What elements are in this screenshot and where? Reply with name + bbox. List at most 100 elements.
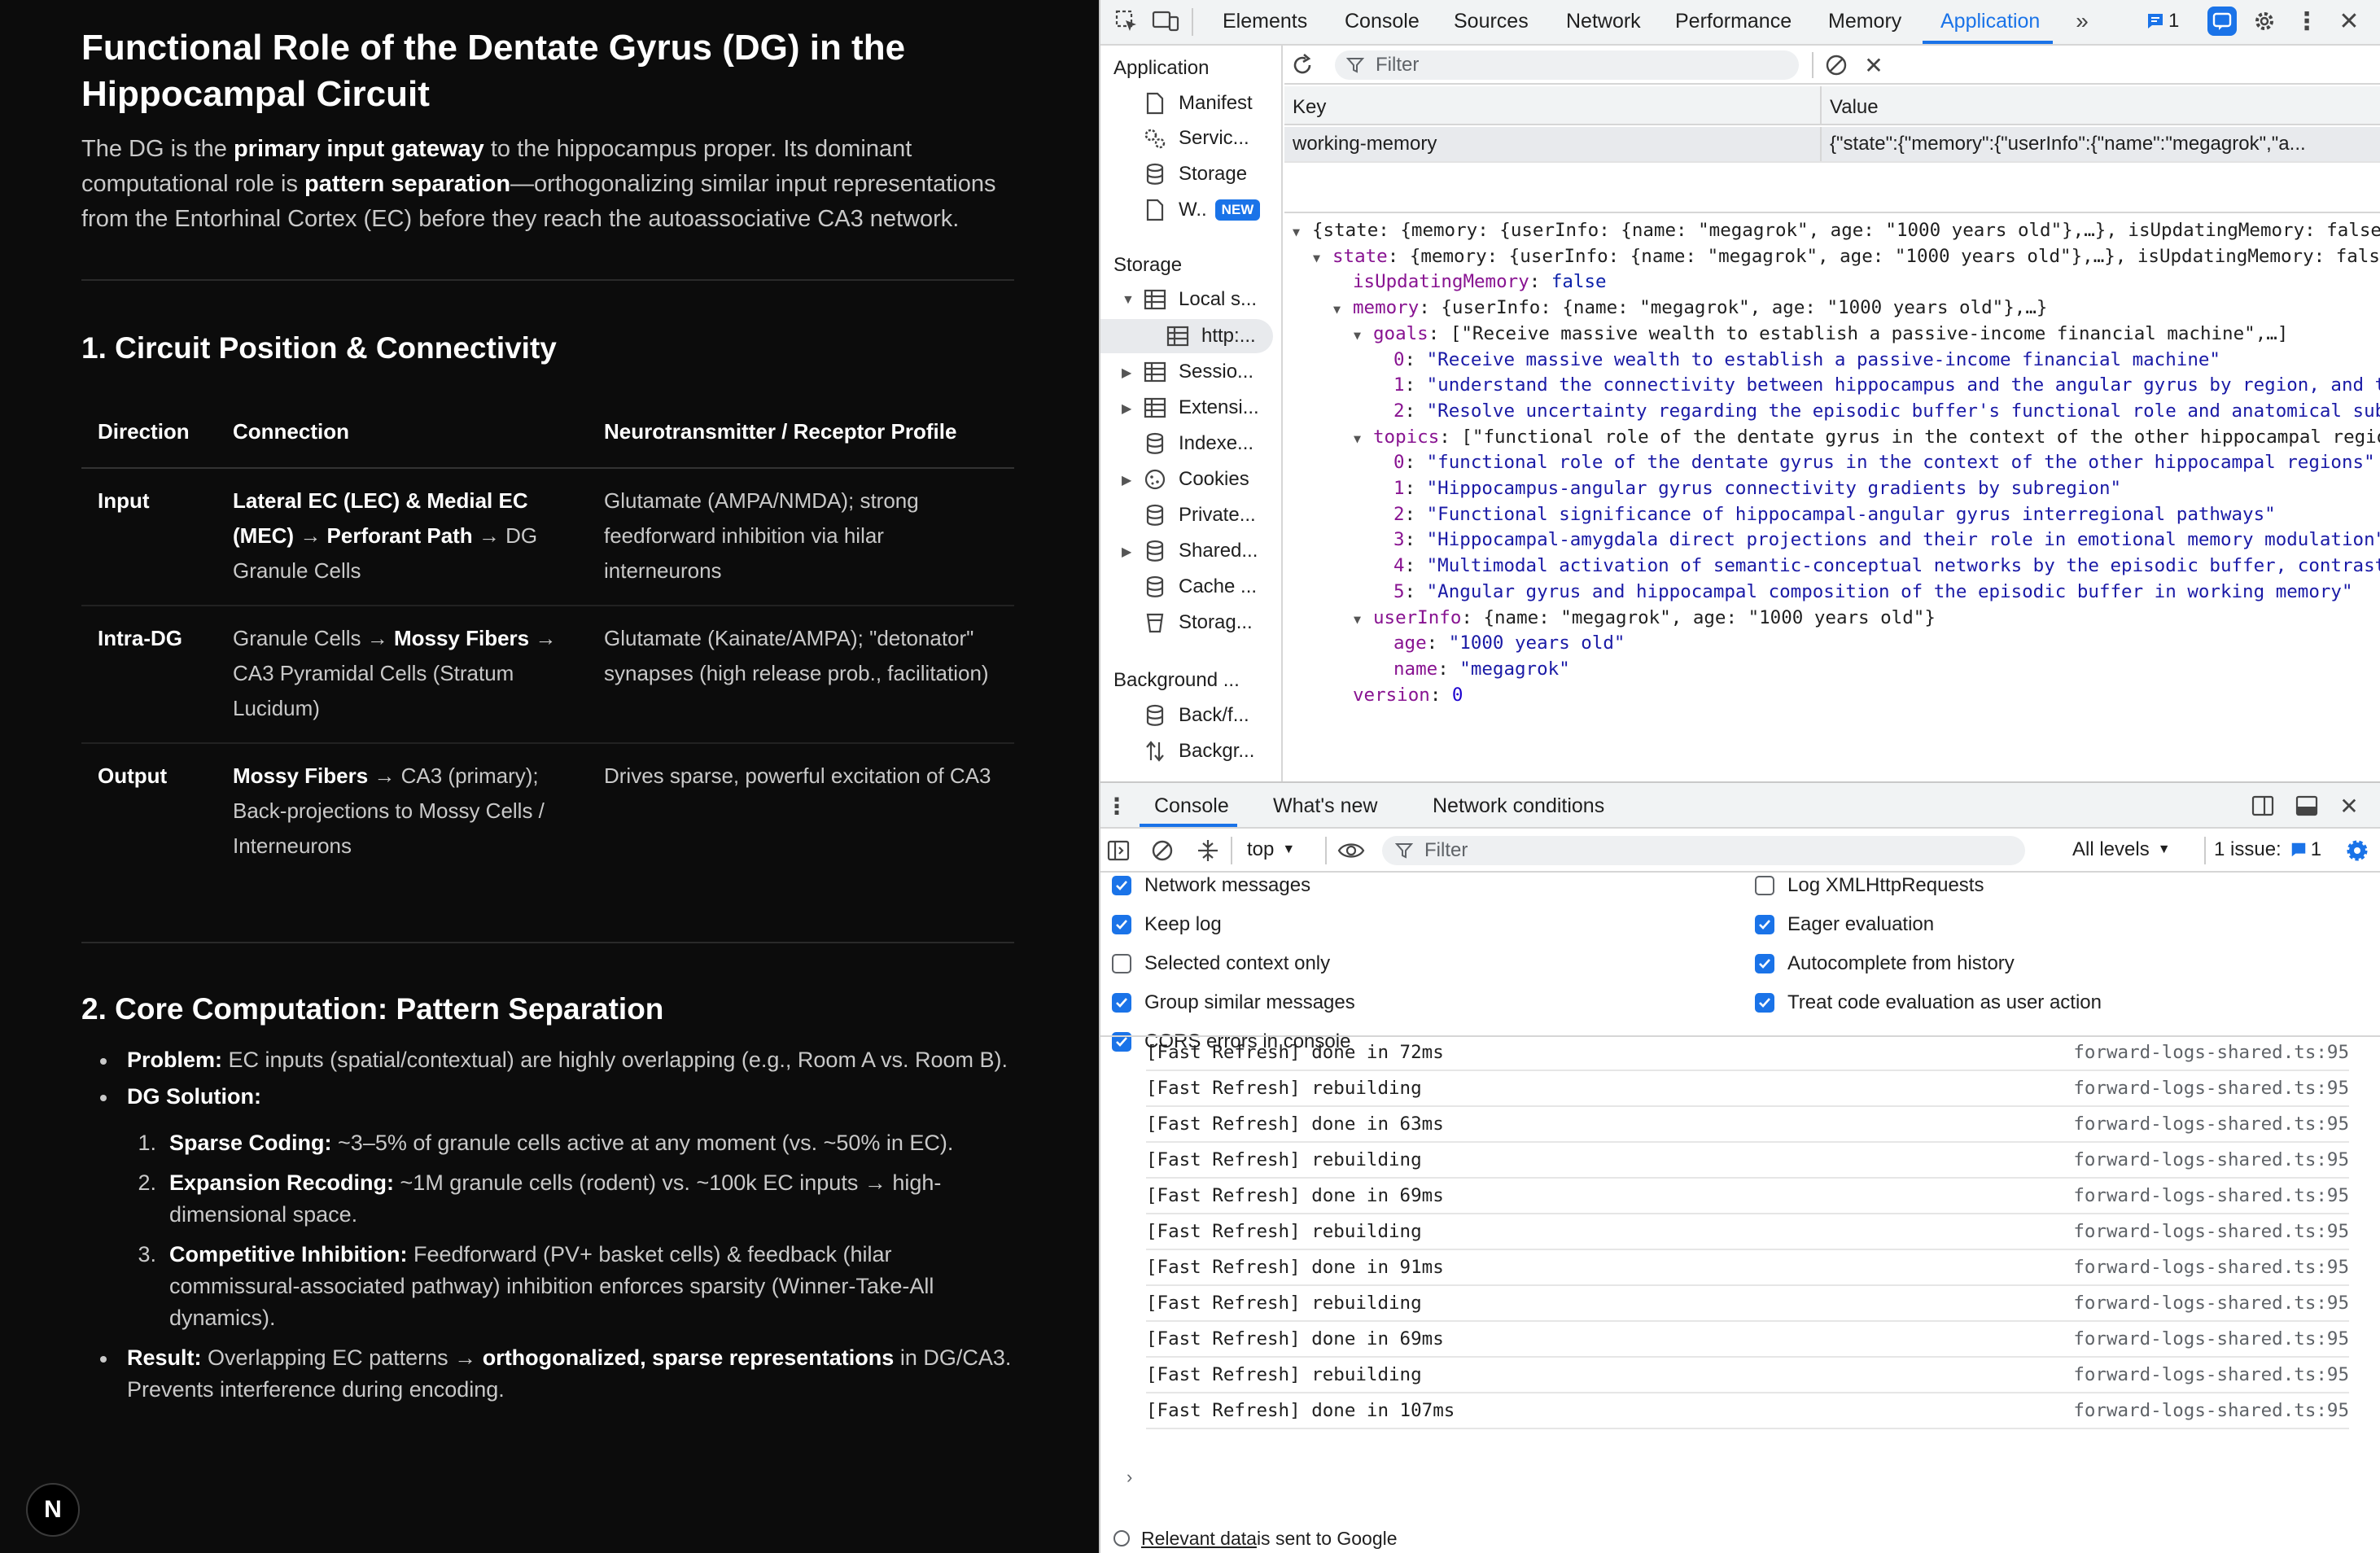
sidebar-item-session-storage[interactable]: Sessio... xyxy=(1141,355,1253,389)
log-source-link[interactable]: forward-logs-shared.ts:95 xyxy=(2073,1078,2349,1099)
checkbox-checked-icon[interactable] xyxy=(1112,876,1131,895)
expand-down-icon[interactable]: ▼ xyxy=(1354,607,1373,633)
checkbox-checked-icon[interactable] xyxy=(1755,954,1774,973)
tree-line[interactable]: 5: "Angular gyrus and hippocampal compos… xyxy=(1374,580,2353,606)
eye-icon[interactable] xyxy=(1337,836,1366,865)
filter-input[interactable]: Filter xyxy=(1335,50,1799,80)
console-filter-input[interactable]: Filter xyxy=(1382,836,2025,865)
ai-assistance-icon[interactable] xyxy=(2207,7,2237,36)
kebab-menu-icon[interactable]: ⋮ xyxy=(2292,7,2321,36)
log-source-link[interactable]: forward-logs-shared.ts:95 xyxy=(2073,1042,2349,1063)
setting-checkbox[interactable]: Group similar messages xyxy=(1112,991,1355,1014)
sidebar-item-private-state-tokens[interactable]: Private... xyxy=(1141,498,1256,532)
sidebar-item-back-forward-cache[interactable]: Back/f... xyxy=(1141,698,1249,733)
tree-line[interactable]: version: 0 xyxy=(1333,683,1463,709)
expand-down-icon[interactable]: ▼ xyxy=(1354,427,1373,453)
setting-checkbox[interactable]: Network messages xyxy=(1112,874,1310,897)
issues-link[interactable]: 1 issue: 1 xyxy=(2201,838,2321,861)
log-source-link[interactable]: forward-logs-shared.ts:95 xyxy=(2073,1221,2349,1242)
sidebar-item-storage[interactable]: Storage xyxy=(1141,157,1247,191)
drawer-menu-icon[interactable]: ⋮ xyxy=(1102,791,1131,820)
setting-checkbox[interactable]: Autocomplete from history xyxy=(1755,952,2015,975)
tree-line[interactable]: 3: "Hippocampal-amygdala direct projecti… xyxy=(1374,527,2380,553)
tab-console[interactable]: Console xyxy=(1345,10,1420,33)
more-tabs-icon[interactable]: » xyxy=(2067,7,2097,36)
settings-gear-icon[interactable] xyxy=(2250,7,2279,36)
log-source-link[interactable]: forward-logs-shared.ts:95 xyxy=(2073,1257,2349,1278)
clear-console-icon[interactable] xyxy=(1148,836,1177,865)
tree-line[interactable]: ▼ userInfo: {name: "megagrok", age: "1000… xyxy=(1354,606,1936,632)
checkbox-checked-icon[interactable] xyxy=(1112,915,1131,934)
drawer-tab-console[interactable]: Console xyxy=(1154,794,1229,818)
setting-checkbox[interactable]: Eager evaluation xyxy=(1755,913,1934,936)
close-drawer-icon[interactable]: ✕ xyxy=(2334,791,2364,820)
expand-right-icon[interactable]: ▶ xyxy=(1122,544,1131,560)
context-selector[interactable]: top ▼ xyxy=(1247,838,1295,861)
tree-line[interactable]: 4: "Multimodal activation of semantic-co… xyxy=(1374,553,2380,580)
close-devtools-icon[interactable]: ✕ xyxy=(2334,7,2364,36)
setting-checkbox[interactable]: Treat code evaluation as user action xyxy=(1755,991,2102,1014)
tree-line[interactable]: ▼ topics: ["functional role of the dentat… xyxy=(1354,425,2380,451)
tree-line[interactable]: 1: "Hippocampus-angular gyrus connectivi… xyxy=(1374,476,2121,502)
checkbox-unchecked-icon[interactable] xyxy=(1755,876,1774,895)
drawer-tab-whats-new[interactable]: What's new xyxy=(1273,794,1377,818)
sidebar-toggle-icon[interactable] xyxy=(1104,836,1133,865)
delete-selected-icon[interactable]: ✕ xyxy=(1859,50,1888,80)
expand-down-icon[interactable]: ▼ xyxy=(1313,246,1332,272)
expand-right-icon[interactable]: ▶ xyxy=(1122,365,1131,381)
expand-right-icon[interactable]: ▶ xyxy=(1122,400,1131,417)
tree-line[interactable]: ▼ memory: {userInfo: {name: "megagrok", a… xyxy=(1333,295,2047,322)
sidebar-item-local-origin[interactable]: http:... xyxy=(1100,319,1273,353)
relevant-data-link[interactable]: Relevant data xyxy=(1141,1528,1257,1550)
expand-down-icon[interactable]: ▼ xyxy=(1354,323,1373,349)
tree-line[interactable]: age: "1000 years old" xyxy=(1374,631,1625,657)
expand-down-icon[interactable]: ▼ xyxy=(1333,297,1353,323)
setting-checkbox[interactable]: Log XMLHttpRequests xyxy=(1755,874,1984,897)
sidebar-item-indexeddb[interactable]: Indexe... xyxy=(1141,427,1253,461)
tree-line[interactable]: 2: "Functional significance of hippocamp… xyxy=(1374,502,2276,528)
sidebar-item-web-app[interactable]: W.. NEW xyxy=(1141,193,1261,227)
device-toolbar-icon[interactable] xyxy=(1151,7,1180,36)
column-key-header[interactable]: Key xyxy=(1284,86,1822,125)
log-source-link[interactable]: forward-logs-shared.ts:95 xyxy=(2073,1185,2349,1206)
log-source-link[interactable]: forward-logs-shared.ts:95 xyxy=(2073,1113,2349,1135)
checkbox-checked-icon[interactable] xyxy=(1112,993,1131,1013)
tab-memory[interactable]: Memory xyxy=(1828,10,1901,33)
sidebar-item-cache-storage[interactable]: Cache ... xyxy=(1141,570,1257,604)
sidebar-item-shared-storage[interactable]: Shared... xyxy=(1141,534,1258,568)
tab-performance[interactable]: Performance xyxy=(1675,10,1792,33)
log-source-link[interactable]: forward-logs-shared.ts:95 xyxy=(2073,1364,2349,1385)
clear-all-icon[interactable] xyxy=(1822,50,1851,80)
setting-checkbox[interactable]: Keep log xyxy=(1112,913,1222,936)
sidebar-item-background-fetch[interactable]: Backgr... xyxy=(1141,734,1254,768)
checkbox-checked-icon[interactable] xyxy=(1755,993,1774,1013)
tree-line[interactable]: 0: "Receive massive wealth to establish … xyxy=(1374,348,2220,374)
refresh-icon[interactable] xyxy=(1288,50,1317,80)
log-source-link[interactable]: forward-logs-shared.ts:95 xyxy=(2073,1149,2349,1170)
tab-network[interactable]: Network xyxy=(1566,10,1641,33)
sidebar-item-local-storage[interactable]: Local s... xyxy=(1141,282,1257,317)
tree-line[interactable]: name: "megagrok" xyxy=(1374,657,1570,683)
log-source-link[interactable]: forward-logs-shared.ts:95 xyxy=(2073,1400,2349,1421)
issues-counter[interactable]: 1 xyxy=(2146,7,2194,36)
checkbox-unchecked-icon[interactable] xyxy=(1112,954,1131,973)
tree-line[interactable]: ▼ {state: {memory: {userInfo: {name: "meg… xyxy=(1293,218,2380,244)
dock-side-icon[interactable] xyxy=(2248,791,2277,820)
tree-line[interactable]: 1: "understand the connectivity between … xyxy=(1374,373,2380,399)
log-source-link[interactable]: forward-logs-shared.ts:95 xyxy=(2073,1328,2349,1350)
log-levels-dropdown[interactable]: All levels ▼ xyxy=(2072,838,2171,861)
tree-line[interactable]: ▼ goals: ["Receive massive wealth to esta… xyxy=(1354,322,2288,348)
drawer-tab-network-conditions[interactable]: Network conditions xyxy=(1433,794,1604,818)
setting-checkbox[interactable]: Selected context only xyxy=(1112,952,1330,975)
create-live-expression-icon[interactable] xyxy=(1193,836,1223,865)
nextjs-dev-indicator[interactable]: N xyxy=(26,1483,80,1537)
kv-row-value[interactable]: {"state":{"memory":{"userInfo":{"name":"… xyxy=(1822,127,2380,161)
console-prompt-chevron-icon[interactable]: › xyxy=(1127,1467,1132,1488)
console-settings-gear-icon[interactable] xyxy=(2343,836,2372,865)
sidebar-item-extension-storage[interactable]: Extensi... xyxy=(1141,391,1259,425)
checkbox-checked-icon[interactable] xyxy=(1755,915,1774,934)
tree-line[interactable]: ▼ state: {memory: {userInfo: {name: "mega… xyxy=(1313,244,2380,270)
expand-right-icon[interactable]: ▶ xyxy=(1122,472,1131,488)
sidebar-item-storage-buckets[interactable]: Storag... xyxy=(1141,606,1253,640)
tree-line[interactable]: isUpdatingMemory: false xyxy=(1333,269,1607,295)
